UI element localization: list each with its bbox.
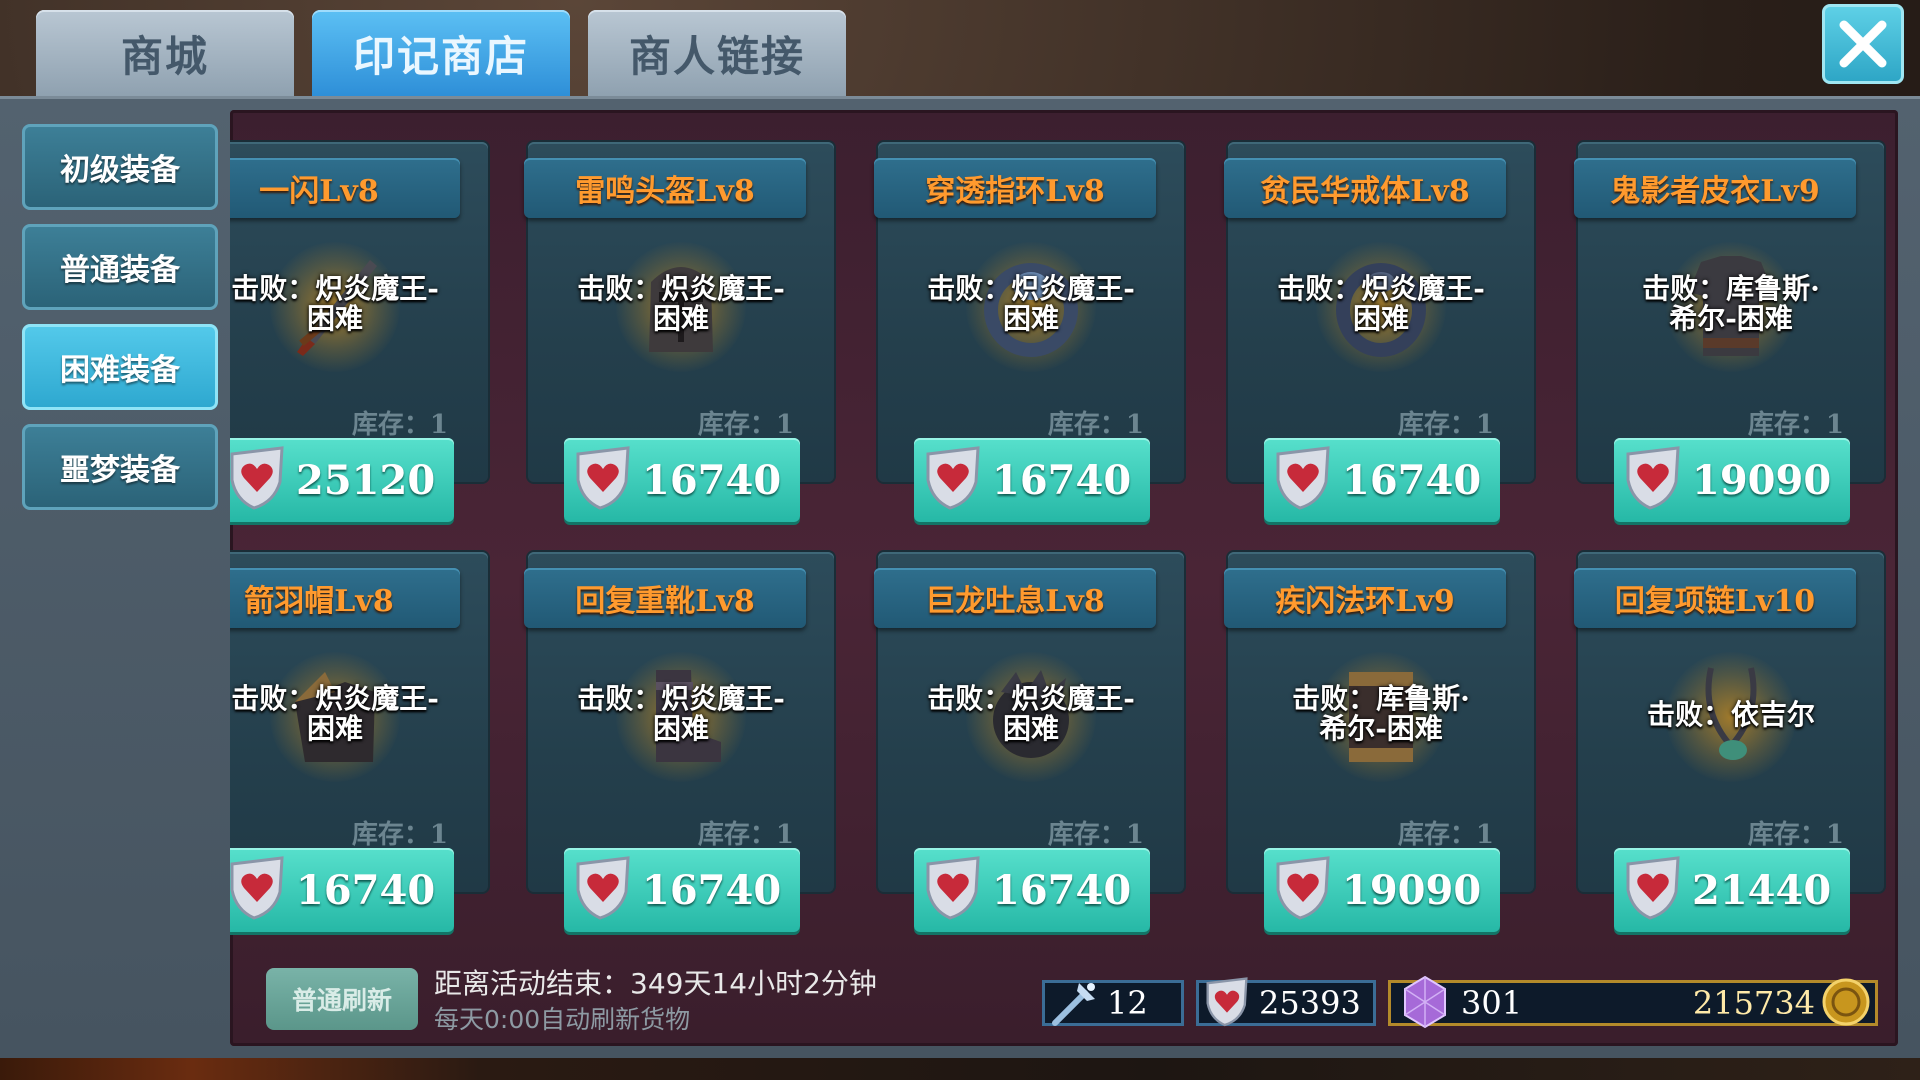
item-title: 贫民华戒体Lv8 — [1224, 158, 1506, 218]
close-button[interactable] — [1822, 4, 1904, 84]
item-stock: 库存：1 — [697, 410, 794, 440]
gold-count: 215734 — [1692, 984, 1815, 1022]
item-desc: 击败：依吉尔 — [1646, 698, 1815, 731]
item-card[interactable]: 巨龙吐息Lv8 击败：炽炎魔王- 困难 库存：1 16740 — [874, 552, 1184, 932]
item-card[interactable]: 箭羽帽Lv8 击败：炽炎魔王- 困难 库存：1 16740 — [230, 552, 488, 932]
gem-count: 301 — [1461, 984, 1523, 1022]
heart-mark-icon — [1276, 446, 1330, 510]
heart-mark-icon — [926, 446, 980, 510]
item-grid: 一闪Lv8 击败：炽炎魔王- 困难 库存：1 25120 雷鸣头盔Lv8 击败：炽… — [230, 110, 1898, 1046]
heart-mark-icon — [926, 856, 980, 920]
item-stock: 库存：1 — [351, 410, 448, 440]
item-title: 疾闪法环Lv9 — [1224, 568, 1506, 628]
event-countdown: 距离活动结束：349天14小时2分钟 — [434, 967, 877, 1000]
normal-refresh-button[interactable]: 普通刷新 — [266, 968, 418, 1030]
item-stock: 库存：1 — [1397, 820, 1494, 850]
item-price: 19090 — [1342, 866, 1482, 914]
item-card[interactable]: 贫民华戒体Lv8 击败：炽炎魔王- 困难 库存：1 16740 — [1224, 142, 1534, 522]
item-price: 21440 — [1692, 866, 1832, 914]
item-price: 16740 — [1342, 456, 1482, 504]
heart-mark-icon — [576, 446, 630, 510]
item-desc: 击败：炽炎魔王- 困难 — [927, 682, 1135, 745]
heart-mark-icon — [1206, 977, 1248, 1027]
tab-merchant-link[interactable]: 商人链接 — [588, 10, 846, 96]
item-stock: 库存：1 — [1747, 410, 1844, 440]
purple-gem-icon — [1404, 975, 1446, 1029]
item-price: 25120 — [296, 456, 436, 504]
item-stock: 库存：1 — [697, 820, 794, 850]
category-hard-equipment[interactable]: 困难装备 — [22, 324, 218, 410]
wand-resource: 12 — [1042, 980, 1184, 1026]
heart-mark-icon — [1626, 856, 1680, 920]
item-desc: 击败：炽炎魔王- 困难 — [927, 272, 1135, 335]
heart-mark-icon — [230, 856, 284, 920]
heart-mark-icon — [1276, 856, 1330, 920]
heart-mark-icon — [576, 856, 630, 920]
item-card[interactable]: 一闪Lv8 击败：炽炎魔王- 困难 库存：1 25120 — [230, 142, 488, 522]
buy-button[interactable]: 16740 — [564, 848, 800, 932]
buy-button[interactable]: 21440 — [1614, 848, 1850, 932]
item-desc: 击败：炽炎魔王- 困难 — [231, 272, 439, 335]
item-title: 雷鸣头盔Lv8 — [524, 158, 806, 218]
category-nightmare-equipment[interactable]: 噩梦装备 — [22, 424, 218, 510]
item-title: 一闪Lv8 — [230, 158, 460, 218]
item-card[interactable]: 穿透指环Lv8 击败：炽炎魔王- 困难 库存：1 16740 — [874, 142, 1184, 522]
buy-button[interactable]: 16740 — [914, 438, 1150, 522]
heart-mark-resource: 25393 — [1196, 977, 1376, 1027]
heart-mark-count: 25393 — [1259, 984, 1361, 1022]
category-normal-equipment[interactable]: 普通装备 — [22, 224, 218, 310]
item-desc: 击败：炽炎魔王- 困难 — [231, 682, 439, 745]
item-desc: 击败：库鲁斯· 希尔-困难 — [1642, 272, 1820, 335]
item-stock: 库存：1 — [1747, 820, 1844, 850]
item-stock: 库存：1 — [1047, 410, 1144, 440]
item-price: 16740 — [642, 866, 782, 914]
item-card[interactable]: 鬼影者皮衣Lv9 击败：库鲁斯· 希尔-困难 库存：1 19090 — [1574, 142, 1884, 522]
item-price: 16740 — [296, 866, 436, 914]
item-title: 回复项链Lv10 — [1574, 568, 1856, 628]
wand-count: 12 — [1107, 984, 1148, 1022]
refresh-note: 每天0:00自动刷新货物 — [434, 1005, 691, 1034]
buy-button[interactable]: 16740 — [1264, 438, 1500, 522]
item-desc: 击败：炽炎魔王- 困难 — [577, 272, 785, 335]
item-card[interactable]: 疾闪法环Lv9 击败：库鲁斯· 希尔-困难 库存：1 19090 — [1224, 552, 1534, 932]
item-stock: 库存：1 — [1397, 410, 1494, 440]
wand-icon — [1052, 983, 1095, 1026]
buy-button[interactable]: 25120 — [230, 438, 454, 522]
gold-coin-icon — [1822, 978, 1870, 1026]
buy-button[interactable]: 19090 — [1614, 438, 1850, 522]
tab-mark-shop[interactable]: 印记商店 — [312, 10, 570, 96]
heart-mark-icon — [1626, 446, 1680, 510]
background-floor — [0, 1058, 1920, 1080]
heart-mark-icon — [230, 446, 284, 510]
item-price: 16740 — [642, 456, 782, 504]
item-card[interactable]: 雷鸣头盔Lv8 击败：炽炎魔王- 困难 库存：1 16740 — [524, 142, 834, 522]
close-x-icon — [1839, 20, 1887, 68]
item-price: 16740 — [992, 456, 1132, 504]
item-card[interactable]: 回复重靴Lv8 击败：炽炎魔王- 困难 库存：1 16740 — [524, 552, 834, 932]
tab-mall[interactable]: 商城 — [36, 10, 294, 96]
item-desc: 击败：炽炎魔王- 困难 — [577, 682, 785, 745]
item-card[interactable]: 回复项链Lv10 击败：依吉尔 库存：1 21440 — [1574, 552, 1884, 932]
item-title: 箭羽帽Lv8 — [230, 568, 460, 628]
buy-button[interactable]: 16740 — [564, 438, 800, 522]
buy-button[interactable]: 16740 — [914, 848, 1150, 932]
item-title: 穿透指环Lv8 — [874, 158, 1156, 218]
item-desc: 击败：炽炎魔王- 困难 — [1277, 272, 1485, 335]
item-title: 回复重靴Lv8 — [524, 568, 806, 628]
item-stock: 库存：1 — [351, 820, 448, 850]
item-desc: 击败：库鲁斯· 希尔-困难 — [1292, 682, 1470, 745]
buy-button[interactable]: 16740 — [230, 848, 454, 932]
buy-button[interactable]: 19090 — [1264, 848, 1500, 932]
item-title: 鬼影者皮衣Lv9 — [1574, 158, 1856, 218]
gem-gold-resource: 301 215734 — [1388, 975, 1878, 1029]
item-price: 19090 — [1692, 456, 1832, 504]
item-title: 巨龙吐息Lv8 — [874, 568, 1156, 628]
item-price: 16740 — [992, 866, 1132, 914]
item-stock: 库存：1 — [1047, 820, 1144, 850]
category-basic-equipment[interactable]: 初级装备 — [22, 124, 218, 210]
